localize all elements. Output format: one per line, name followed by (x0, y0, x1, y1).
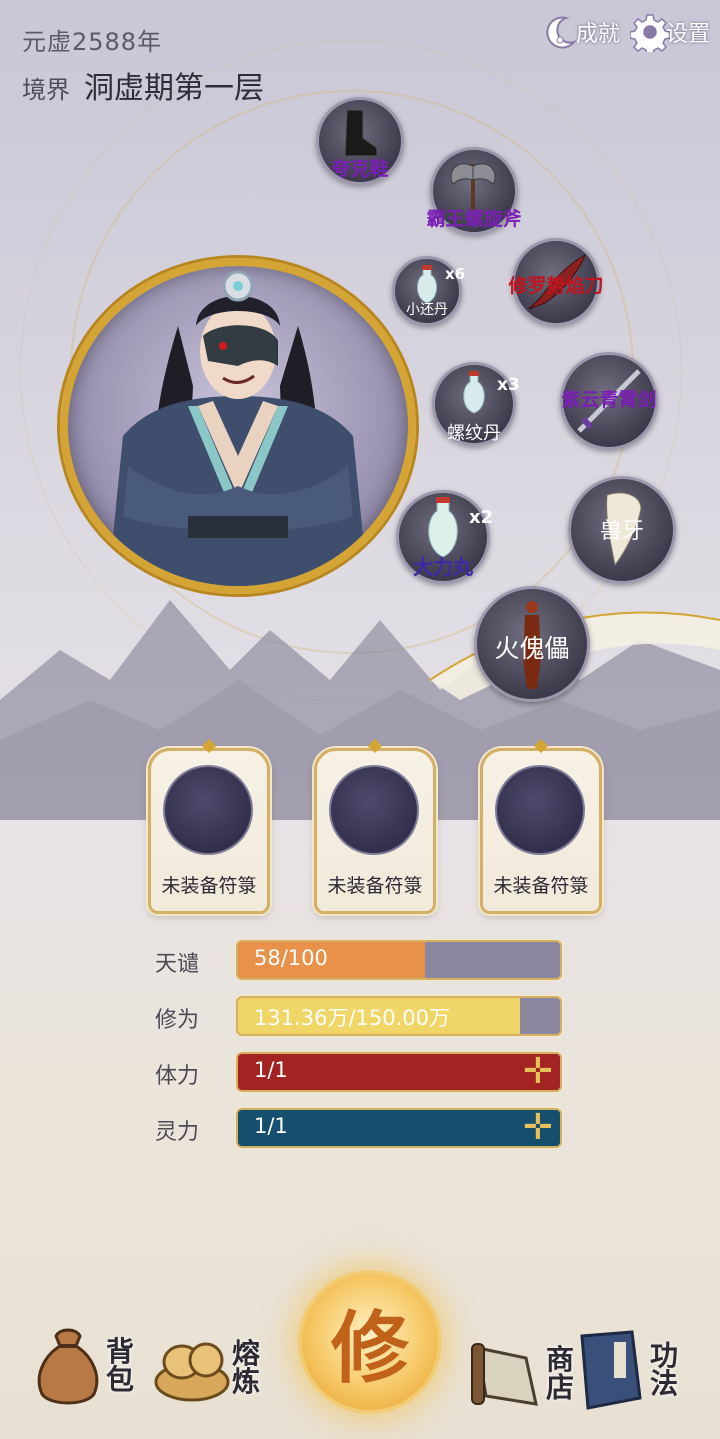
item-name: 夸克鞋 (331, 158, 389, 180)
spirit-bar: 1/1 (236, 1108, 562, 1148)
book-icon (580, 1330, 642, 1410)
stat-label-spirit: 灵力 (155, 1120, 200, 1145)
stat-label-cultivation: 修为 (155, 1008, 200, 1033)
medicine-bottle-icon (463, 371, 485, 414)
achievements-label: 成就 (576, 22, 621, 47)
character-figure (108, 270, 368, 586)
gear-icon (630, 14, 670, 52)
stat-label-punishment: 天谴 (155, 952, 200, 977)
game-year: 元虚2588年 (22, 28, 163, 56)
slot-label: 未装备符箓 (161, 875, 257, 897)
consumable-item[interactable]: x2 大力丸 (396, 490, 494, 584)
equipment-item[interactable]: 夸克鞋 (316, 97, 404, 185)
character-portrait[interactable] (60, 258, 416, 594)
settings-label: 设置 (666, 22, 711, 47)
item-name: 大力丸 (413, 555, 473, 579)
settings-button[interactable]: 设置 (630, 12, 710, 52)
item-name: 螺纹丹 (447, 423, 501, 444)
item-name: 兽牙 (599, 519, 644, 544)
equipment-item[interactable]: 霸王螺旋斧 (426, 147, 522, 235)
equipment-item[interactable]: 兽牙 (568, 476, 676, 584)
talisman-slot[interactable]: 未装备符箓 (314, 738, 436, 914)
item-name: 修罗势焰刀 (508, 275, 604, 297)
equipment-item[interactable]: 紫云青霄剑 (560, 352, 658, 450)
item-quantity: x2 (469, 507, 494, 528)
realm-label: 境界 (22, 76, 70, 104)
item-quantity: x3 (497, 375, 520, 395)
equipment-item[interactable]: 修罗势焰刀 (508, 238, 604, 326)
plus-icon: ✛ (522, 1050, 554, 1092)
bag-label: 背包 (106, 1335, 135, 1396)
stamina-bar: 1/1 (236, 1052, 562, 1092)
item-name: 小还丹 (406, 302, 448, 318)
scroll-map-icon (471, 1343, 538, 1406)
spirit-add-button[interactable]: ✛ (516, 1106, 560, 1148)
ingot-icon (154, 1342, 230, 1402)
cultivation-bar: 131.36万/150.00万 (236, 996, 562, 1036)
consumable-item[interactable]: x6 小还丹 (392, 256, 466, 326)
plus-icon: ✛ (522, 1106, 554, 1148)
smelt-button[interactable]: 熔炼 (152, 1330, 262, 1406)
skills-button[interactable]: 功法 (574, 1328, 680, 1412)
boots-icon (344, 109, 378, 157)
shop-label: 商店 (546, 1343, 575, 1404)
bar-value: 1/1 (254, 1058, 288, 1082)
talisman-slot[interactable]: 未装备符箓 (480, 738, 602, 914)
moon-star-icon (546, 16, 577, 49)
consumable-item[interactable]: x3 螺纹丹 (432, 362, 520, 446)
realm-value: 洞虚期第一层 (84, 71, 264, 106)
slot-label: 未装备符箓 (493, 875, 589, 897)
slot-empty-circle (495, 765, 585, 855)
medicine-bottle-icon (428, 497, 458, 558)
equipment-item[interactable]: 火傀儡 (474, 586, 590, 702)
slot-empty-circle (163, 765, 253, 855)
bar-value: 58/100 (254, 946, 328, 970)
slot-empty-circle (329, 765, 419, 855)
cultivate-label: 修 (330, 1303, 409, 1394)
slot-label: 未装备符箓 (327, 875, 423, 897)
bar-value: 1/1 (254, 1114, 288, 1138)
item-quantity: x6 (445, 265, 466, 283)
item-name: 火傀儡 (494, 634, 570, 663)
stat-label-stamina: 体力 (155, 1064, 200, 1089)
bag-icon (37, 1328, 99, 1405)
item-name: 紫云青霄剑 (561, 389, 657, 411)
achievements-button[interactable]: 成就 (540, 12, 620, 52)
smelt-label: 熔炼 (232, 1337, 261, 1398)
cultivate-button[interactable]: 修 (298, 1270, 442, 1414)
stamina-add-button[interactable]: ✛ (516, 1050, 560, 1092)
punishment-bar: 58/100 (236, 940, 562, 980)
shop-button[interactable]: 商店 (466, 1334, 576, 1414)
skills-label: 功法 (650, 1339, 679, 1400)
bar-value: 131.36万/150.00万 (254, 1006, 451, 1030)
talisman-slot[interactable]: 未装备符箓 (148, 738, 270, 914)
bag-button[interactable]: 背包 (30, 1326, 136, 1406)
item-name: 霸王螺旋斧 (426, 208, 522, 230)
